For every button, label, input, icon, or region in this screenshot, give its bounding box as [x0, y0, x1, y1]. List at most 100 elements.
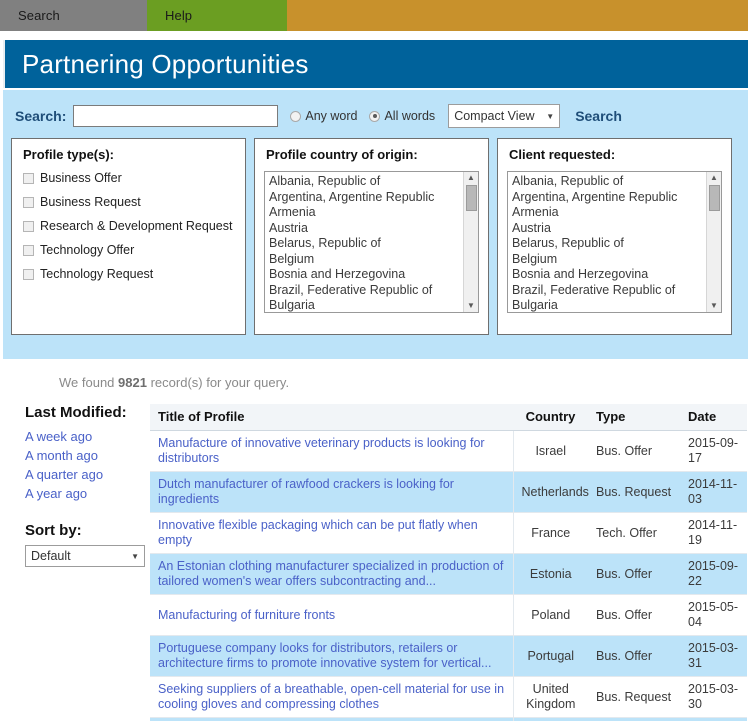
list-item[interactable]: Albania, Republic of	[512, 174, 706, 190]
scrollbar-thumb[interactable]	[709, 185, 720, 211]
search-panel: Search: Any word All words Compact View …	[3, 88, 748, 359]
sidebar-link-year[interactable]: A year ago	[25, 484, 150, 503]
checkbox-business-offer-box[interactable]	[23, 173, 34, 184]
radio-all-words-control[interactable]	[369, 110, 381, 122]
table-cell-country: Netherlands	[512, 471, 589, 513]
list-item[interactable]: Brazil, Federative Republic of	[269, 283, 463, 299]
radio-any-word-label: Any word	[305, 109, 358, 123]
list-item[interactable]: Belgium	[269, 252, 463, 268]
list-item[interactable]: Armenia	[269, 205, 463, 221]
column-header-country[interactable]: Country	[513, 404, 588, 431]
table-cell-title[interactable]: An Estonian clothing manufacturer specia…	[150, 553, 513, 595]
radio-all-words-label: All words	[384, 109, 436, 123]
list-item[interactable]: Belgium	[512, 252, 706, 268]
client-requested-options[interactable]: Albania, Republic of Argentina, Argentin…	[508, 172, 706, 312]
client-requested-listbox[interactable]: Albania, Republic of Argentina, Argentin…	[507, 171, 722, 313]
table-cell-date: 2015-05-04	[680, 594, 747, 636]
table-cell-title[interactable]: Innovative flexible packaging which can …	[150, 512, 513, 554]
list-item[interactable]: Argentina, Argentine Republic	[512, 190, 706, 206]
table-cell-title[interactable]: Portuguese company looks for distributor…	[150, 635, 513, 677]
results-table-head: Title of Profile Country Type Date	[150, 404, 747, 431]
list-item[interactable]: Bosnia and Herzegovina	[269, 267, 463, 283]
list-item[interactable]: Argentina, Argentine Republic	[269, 190, 463, 206]
nav-tab-help-label: Help	[165, 8, 193, 23]
table-header-row: Title of Profile Country Type Date	[150, 404, 747, 431]
sort-by-select-value: Default	[31, 549, 71, 563]
checkbox-business-offer[interactable]: Business Offer	[23, 171, 236, 186]
client-requested-scrollbar[interactable]: ▲ ▼	[706, 172, 721, 312]
checkbox-technology-request-box[interactable]	[23, 269, 34, 280]
chevron-down-icon: ▼	[546, 111, 555, 121]
profile-link[interactable]: Dutch manufacturer of rawfood crackers i…	[158, 477, 454, 506]
nav-tab-search[interactable]: Search	[0, 0, 147, 31]
scroll-up-icon[interactable]: ▲	[710, 172, 718, 184]
table-row[interactable]: Manufacture of innovative veterinary pro…	[150, 430, 747, 472]
radio-any-word[interactable]: Any word	[290, 109, 357, 123]
checkbox-technology-offer[interactable]: Technology Offer	[23, 243, 236, 258]
column-header-title[interactable]: Title of Profile	[150, 404, 513, 431]
radio-any-word-control[interactable]	[290, 110, 302, 122]
country-of-origin-options[interactable]: Albania, Republic of Argentina, Argentin…	[265, 172, 463, 312]
page-title-band: Partnering Opportunities	[3, 40, 748, 88]
sidebar-link-week[interactable]: A week ago	[25, 427, 150, 446]
checkbox-technology-request[interactable]: Technology Request	[23, 267, 236, 282]
table-row[interactable]: Gamma and X-ray radiation detection and …	[150, 717, 747, 721]
scrollbar-thumb[interactable]	[466, 185, 477, 211]
checkbox-business-request-box[interactable]	[23, 197, 34, 208]
checkbox-research-development-request-box[interactable]	[23, 221, 34, 232]
sort-by-select[interactable]: Default ▼	[25, 545, 145, 567]
list-item[interactable]: Belarus, Republic of	[269, 236, 463, 252]
checkbox-research-development-request[interactable]: Research & Development Request	[23, 219, 236, 234]
table-cell-country: Latvia	[512, 717, 588, 721]
list-item[interactable]: Bulgaria	[512, 298, 706, 312]
table-row[interactable]: Innovative flexible packaging which can …	[150, 512, 747, 554]
profile-link[interactable]: Seeking suppliers of a breathable, open-…	[158, 682, 504, 711]
radio-all-words[interactable]: All words	[369, 109, 435, 123]
country-of-origin-listbox[interactable]: Albania, Republic of Argentina, Argentin…	[264, 171, 479, 313]
scroll-down-icon[interactable]: ▼	[467, 300, 475, 312]
column-header-date[interactable]: Date	[680, 404, 747, 431]
column-header-type[interactable]: Type	[588, 404, 680, 431]
list-item[interactable]: Bosnia and Herzegovina	[512, 267, 706, 283]
table-cell-title[interactable]: Manufacture of innovative veterinary pro…	[150, 430, 513, 472]
profile-link[interactable]: An Estonian clothing manufacturer specia…	[158, 559, 503, 588]
results-sidebar: Last Modified: A week ago A month ago A …	[0, 404, 150, 721]
list-item[interactable]: Albania, Republic of	[269, 174, 463, 190]
list-item[interactable]: Austria	[269, 221, 463, 237]
table-row[interactable]: Seeking suppliers of a breathable, open-…	[150, 676, 747, 718]
list-item[interactable]: Belarus, Republic of	[512, 236, 706, 252]
profile-link[interactable]: Innovative flexible packaging which can …	[158, 518, 478, 547]
table-cell-title[interactable]: Manufacturing of furniture fronts	[150, 594, 513, 636]
country-of-origin-scrollbar[interactable]: ▲ ▼	[463, 172, 478, 312]
profile-link[interactable]: Portuguese company looks for distributor…	[158, 641, 491, 670]
scroll-up-icon[interactable]: ▲	[467, 172, 475, 184]
table-cell-date: 2014-11-03	[680, 471, 747, 513]
table-cell-title[interactable]: Seeking suppliers of a breathable, open-…	[150, 676, 513, 718]
checkbox-business-request[interactable]: Business Request	[23, 195, 236, 210]
results-table: Title of Profile Country Type Date Manuf…	[150, 404, 747, 721]
scroll-down-icon[interactable]: ▼	[710, 300, 718, 312]
table-row[interactable]: Portuguese company looks for distributor…	[150, 635, 747, 677]
view-mode-select[interactable]: Compact View ▼	[448, 104, 561, 128]
table-row[interactable]: Dutch manufacturer of rawfood crackers i…	[150, 471, 747, 513]
nav-tab-help[interactable]: Help	[147, 0, 287, 31]
sidebar-link-quarter[interactable]: A quarter ago	[25, 465, 150, 484]
search-input[interactable]	[73, 105, 279, 127]
profile-link[interactable]: Manufacturing of furniture fronts	[158, 608, 335, 622]
table-cell-title[interactable]: Gamma and X-ray radiation detection and …	[150, 717, 513, 721]
filter-country-of-origin-heading: Profile country of origin:	[266, 147, 418, 162]
sidebar-link-month[interactable]: A month ago	[25, 446, 150, 465]
list-item[interactable]: Brazil, Federative Republic of	[512, 283, 706, 299]
checkbox-technology-offer-box[interactable]	[23, 245, 34, 256]
list-item[interactable]: Austria	[512, 221, 706, 237]
table-row[interactable]: Manufacturing of furniture fronts Poland…	[150, 594, 747, 636]
table-cell-title[interactable]: Dutch manufacturer of rawfood crackers i…	[150, 471, 513, 513]
results-summary-count: 9821	[118, 375, 147, 390]
filter-profile-types-heading: Profile type(s):	[23, 147, 115, 162]
list-item[interactable]: Armenia	[512, 205, 706, 221]
table-row[interactable]: An Estonian clothing manufacturer specia…	[150, 553, 747, 595]
list-item[interactable]: Bulgaria	[269, 298, 463, 312]
search-button[interactable]: Search	[569, 104, 628, 128]
profile-link[interactable]: Manufacture of innovative veterinary pro…	[158, 436, 485, 465]
table-cell-country: Israel	[512, 430, 588, 472]
